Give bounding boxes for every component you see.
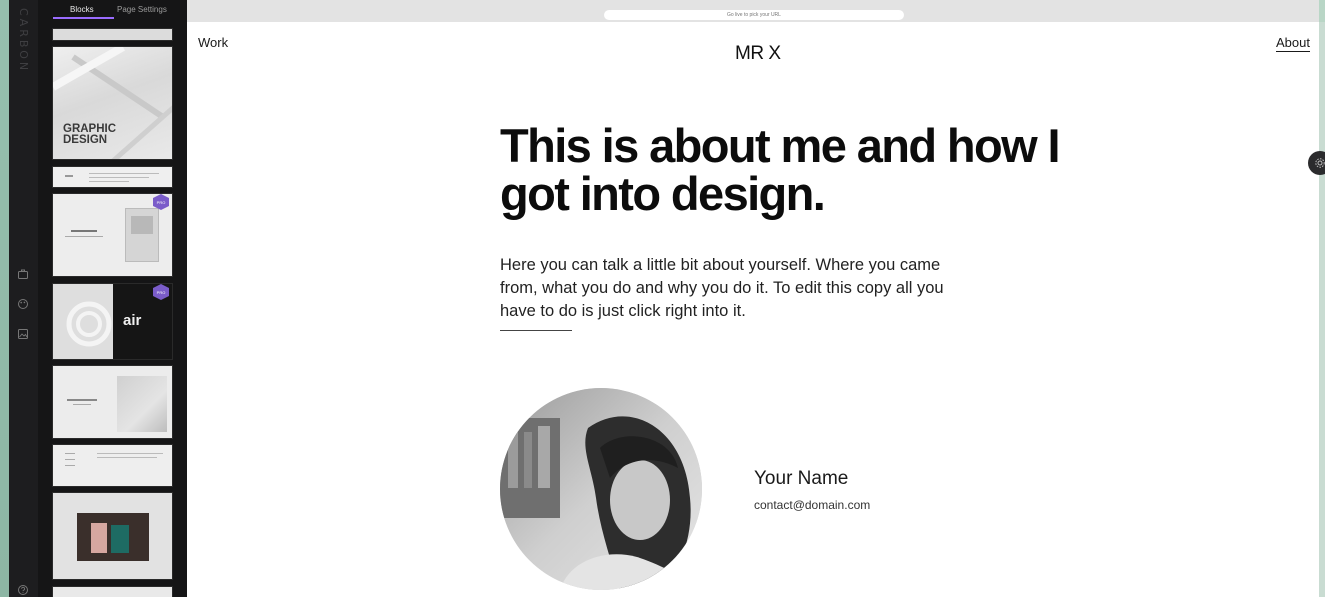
tab-blocks[interactable]: Blocks [70, 5, 94, 14]
site-preview: Work MR X About This is about me and how… [187, 22, 1319, 597]
panel-tabs: Blocks Page Settings [38, 0, 187, 20]
nav-link-about[interactable]: About [1276, 35, 1310, 52]
block-thumbnail[interactable] [52, 28, 173, 41]
url-hint: Go live to pick your URL [727, 12, 781, 18]
settings-button[interactable] [1308, 151, 1325, 175]
profile-photo[interactable] [500, 388, 702, 590]
url-bar[interactable]: Go live to pick your URL [604, 10, 904, 20]
block-thumbnail-headline[interactable]: PRO [52, 193, 173, 277]
divider [500, 330, 572, 331]
page-headline[interactable]: This is about me and how I got into desi… [500, 122, 1061, 218]
block-thumbnail-image[interactable] [52, 492, 173, 580]
briefcase-icon[interactable] [15, 266, 31, 282]
thumb-heading: GRAPHIC DESIGN [63, 123, 117, 146]
palette-icon[interactable] [15, 296, 31, 312]
background-edge [0, 0, 9, 597]
block-thumbnail-your-headline[interactable] [52, 365, 173, 439]
block-thumbnail[interactable] [52, 166, 173, 188]
active-tab-indicator [53, 17, 114, 19]
help-icon[interactable] [15, 582, 31, 597]
gear-icon [1315, 158, 1325, 168]
block-thumbnail-graphic-design[interactable]: GRAPHIC DESIGN [52, 46, 173, 160]
tab-page-settings[interactable]: Page Settings [117, 5, 167, 14]
nav-link-work[interactable]: Work [198, 35, 228, 50]
image-icon[interactable] [15, 326, 31, 342]
site-title[interactable]: MR X [735, 43, 781, 65]
editor-icon-rail: CARBON [9, 0, 38, 597]
blocks-panel: Blocks Page Settings GRAPHIC DESIGN PRO … [38, 0, 187, 597]
profile-name[interactable]: Your Name [754, 468, 848, 490]
intro-paragraph[interactable]: Here you can talk a little bit about you… [500, 254, 980, 323]
block-thumbnail[interactable] [52, 586, 173, 597]
brand-wordmark: CARBON [17, 8, 30, 74]
profile-email[interactable]: contact@domain.com [754, 498, 870, 512]
preview-toolbar: Go live to pick your URL [187, 0, 1319, 22]
block-thumbnail-logo[interactable]: air PRO [52, 283, 173, 360]
background-edge [1319, 22, 1325, 597]
thumb-logo-text: air [123, 312, 142, 329]
block-thumbnail-text-columns[interactable] [52, 444, 173, 487]
